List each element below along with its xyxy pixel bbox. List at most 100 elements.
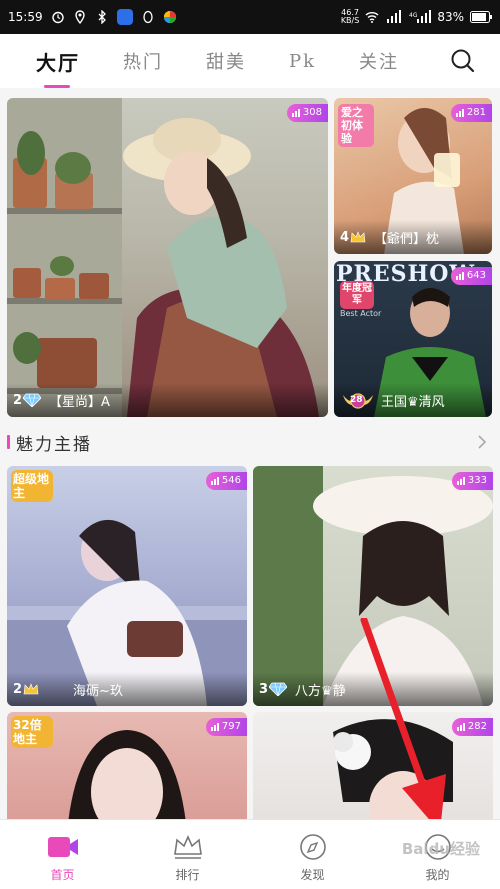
shield-app-icon [116,9,133,25]
tab-sweet[interactable]: 甜美 [206,48,246,74]
section-header[interactable]: 魅力主播 [0,424,500,460]
level-number: 4 [340,229,350,245]
level-number: 2 [13,392,23,408]
level-number: 3 [259,681,269,697]
stream-card[interactable]: 超级地主 546 2 海砺~玖 [7,466,247,706]
bluetooth-icon [98,10,106,24]
signal-4g-icon: 4G [409,10,432,23]
signal-bars-icon [210,723,219,731]
user-level: 2 [13,392,42,408]
search-icon[interactable] [450,48,476,74]
stream-card[interactable]: PRESHOW 年度冠军 Best Actor 643 28 王国♛清风 [334,261,492,417]
viewer-count: 546 [221,475,241,486]
stream-card[interactable]: 32倍地主 797 [7,712,247,832]
net-speed: 46.7 KB/S [341,9,360,25]
user-level: 4 [340,230,366,245]
user-level: 3 [259,681,288,697]
app-screen: 15:59 46.7 KB/S 4G 83% 大厅 热门 甜美 Pk 关注 30… [0,0,500,889]
viewer-count: 308 [302,107,322,118]
user-level: 2 [13,682,39,697]
featured-stream-card[interactable]: 308 2 【星尚】A [7,98,328,417]
tab-sweet-label: 甜美 [206,52,246,73]
nav-home[interactable]: 首页 [0,820,125,889]
location-icon [74,10,85,24]
signal-bars-icon [455,109,464,117]
status-time: 15:59 [8,10,43,24]
tab-follow-label: 关注 [359,52,400,73]
viewer-count: 333 [467,475,487,486]
stream-thumbnail [7,98,319,417]
tab-follow[interactable]: 关注 [359,48,399,74]
battery-percent: 83% [437,10,464,24]
signal-bars-icon [455,272,464,280]
viewer-count: 643 [466,270,486,281]
poster-text: 爱之初体验 [338,104,374,147]
viewer-count: 282 [467,721,487,732]
net-speed-unit: KB/S [340,16,360,25]
wifi-icon [365,12,379,23]
tab-hot-label: 热门 [123,52,163,73]
viewer-count-badge: 333 [451,472,493,490]
tab-hot[interactable]: 热门 [123,48,163,74]
tab-pk-label: Pk [289,50,317,72]
diamond-icon [23,393,42,407]
diamond-icon [269,682,288,696]
tab-hall[interactable]: 大厅 [36,47,80,88]
viewer-count: 281 [466,107,486,118]
viewer-count-badge: 546 [205,472,247,490]
nav-ranking-label: 排行 [175,868,200,882]
promo-tag: 超级地主 [11,470,53,502]
crown-level-icon [350,230,366,242]
annotation-arrow [360,618,446,832]
tab-hall-label: 大厅 [36,50,80,75]
nav-discover-label: 发现 [300,868,325,882]
viewer-count-badge: 281 [450,104,492,122]
stream-thumbnail [7,519,247,706]
compass-icon [299,834,326,860]
section-title: 魅力主播 [16,434,92,455]
svg-text:4G: 4G [409,12,418,19]
alarm-icon [51,11,64,24]
qq-icon [142,10,153,24]
viewer-count-badge: 797 [205,718,247,736]
active-tab-indicator [44,84,70,88]
battery-icon [470,11,492,23]
viewer-count-badge: 643 [450,267,492,285]
section-accent-bar [7,435,10,449]
streamer-name: 八方♛静 [295,683,346,699]
stream-card[interactable]: 爱之初体验 281 4 【爺們】枕 [334,98,492,254]
level-number: 28 [350,395,363,405]
card-footer: 28 王国♛清风 [334,383,492,417]
nav-home-label: 首页 [50,868,75,882]
video-camera-icon [47,837,78,857]
watermark: Baidu经验 [401,840,480,858]
signal-bars-icon [210,477,219,485]
nav-discover[interactable]: 发现 [250,820,375,889]
pinwheel-app-icon [163,11,176,23]
tab-pk[interactable]: Pk [289,51,316,72]
status-bar: 15:59 46.7 KB/S 4G 83% [0,0,500,34]
nav-ranking[interactable]: 排行 [125,820,250,889]
chevron-right-icon[interactable] [476,434,488,450]
streamer-name: 王国♛清风 [381,394,445,410]
signal-icon [387,10,402,23]
viewer-count: 797 [221,721,241,732]
level-number: 2 [13,681,23,697]
streamer-name: 海砺~玖 [73,683,123,699]
card-footer: 2 海砺~玖 [7,672,247,706]
signal-bars-icon [291,109,300,117]
crown-icon [173,835,202,859]
crown-level-icon [23,682,39,694]
streamer-name: 【爺們】枕 [374,231,440,247]
user-level: 28 [340,391,375,409]
top-tab-bar: 大厅 热门 甜美 Pk 关注 [0,34,500,88]
card-footer: 4 【爺們】枕 [334,220,492,254]
promo-tag: 32倍地主 [11,716,53,748]
streamer-name: 【星尚】A [49,394,110,410]
signal-bars-icon [456,477,465,485]
award-badge: 年度冠军 [340,281,374,309]
viewer-count-badge: 308 [286,104,328,122]
nav-profile-label: 我的 [425,868,450,882]
card-footer: 2 【星尚】A [7,383,328,417]
poster-subtitle: Best Actor [340,309,382,318]
